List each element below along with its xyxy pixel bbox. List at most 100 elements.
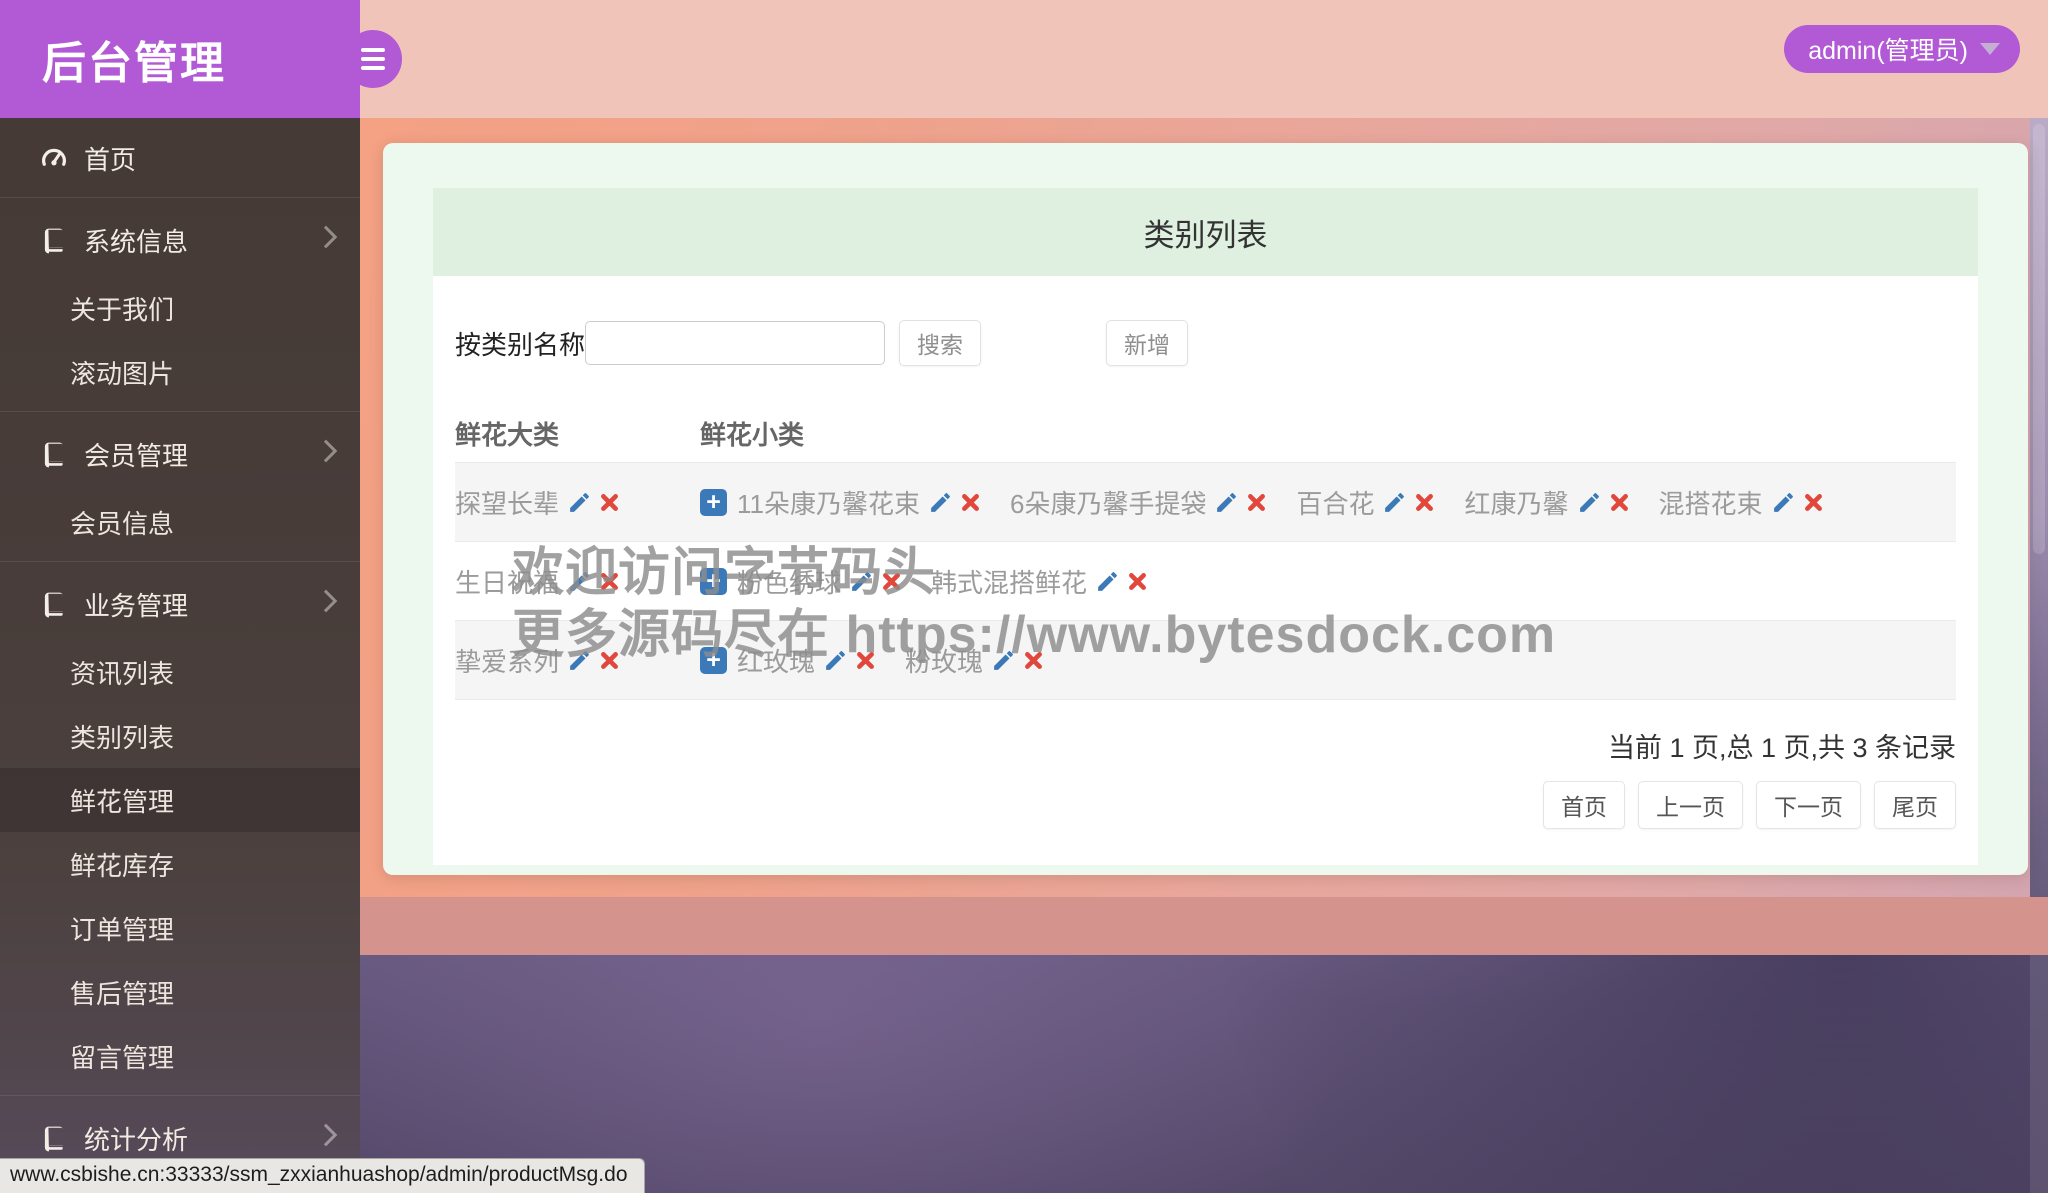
subcategory-item: 百合花 (1296, 484, 1434, 521)
edit-icon[interactable] (928, 490, 953, 515)
add-subcategory-icon[interactable]: + (700, 567, 727, 595)
sidebar-item-会员信息[interactable]: 会员信息 (0, 490, 360, 554)
edit-icon[interactable] (849, 569, 874, 594)
table-row: 生日祝福 + 粉色绣球 韩式混搭鲜花 (455, 541, 1956, 620)
sidebar-item-关于我们[interactable]: 关于我们 (0, 276, 360, 340)
edit-icon[interactable] (567, 490, 592, 515)
edit-icon[interactable] (823, 648, 848, 673)
delete-icon[interactable] (882, 572, 901, 591)
delete-icon[interactable] (961, 493, 980, 512)
subcategory-name: 6朵康乃馨手提袋 (1010, 488, 1207, 519)
subcategory-name: 粉色绣球 (737, 567, 842, 598)
scrollbar-thumb[interactable] (2033, 124, 2045, 554)
page-scrollbar[interactable] (2030, 118, 2048, 1193)
sidebar-item-类别列表[interactable]: 类别列表 (0, 704, 360, 768)
book-icon (38, 439, 70, 471)
sidebar-item-留言管理[interactable]: 留言管理 (0, 1024, 360, 1088)
add-subcategory-icon[interactable]: + (700, 646, 727, 674)
sidebar-item-首页[interactable]: 首页 (0, 126, 360, 190)
sidebar-item-label: 类别列表 (70, 722, 175, 753)
subcategory-item: 红玫瑰 (737, 642, 875, 679)
search-label: 按类别名称 (455, 329, 586, 360)
subcategory-item: 6朵康乃馨手提袋 (1010, 484, 1266, 521)
edit-icon[interactable] (991, 648, 1016, 673)
pagination: 当前 1 页,总 1 页,共 3 条记录 首页 上一页 下一页 尾页 (455, 726, 1956, 829)
add-subcategory-icon[interactable]: + (700, 488, 727, 516)
sidebar-item-label: 关于我们 (70, 294, 175, 325)
edit-icon[interactable] (567, 569, 592, 594)
sidebar-item-鲜花库存[interactable]: 鲜花库存 (0, 832, 360, 896)
sidebar-toggle-button[interactable] (344, 30, 402, 88)
sidebar-item-订单管理[interactable]: 订单管理 (0, 896, 360, 960)
table-row: 探望长辈 +11朵康乃馨花束 6朵康乃馨手提袋 百合花 红康乃馨 混搭花束 (455, 462, 1956, 541)
table-body: 探望长辈 +11朵康乃馨花束 6朵康乃馨手提袋 百合花 红康乃馨 混搭花束 生日祝福 + 粉色绣… (455, 462, 1956, 700)
delete-icon[interactable] (1610, 493, 1629, 512)
sidebar-item-label: 首页 (84, 144, 137, 175)
search-button[interactable]: 搜索 (899, 320, 982, 366)
chevron-right-icon (314, 589, 338, 613)
subcategory-name: 红康乃馨 (1464, 488, 1569, 519)
sidebar-item-资讯列表[interactable]: 资讯列表 (0, 640, 360, 704)
pagination-buttons: 首页 上一页 下一页 尾页 (455, 781, 1956, 829)
sidebar-item-label: 鲜花管理 (70, 786, 175, 817)
delete-icon[interactable] (856, 651, 875, 670)
sidebar-item-会员管理[interactable]: 会员管理 (0, 411, 360, 490)
sidebar-menu: 首页系统信息关于我们滚动图片会员管理 会员信息业务管理资讯列表类别列表鲜花管理鲜花… (0, 118, 360, 1193)
major-category-cell: 挚爱系列 (455, 642, 700, 679)
sidebar-item-鲜花管理[interactable]: 鲜花管理 (0, 768, 360, 832)
sidebar-item-label: 售后管理 (70, 978, 175, 1009)
delete-icon[interactable] (600, 651, 619, 670)
panel-body: 按类别名称 搜索 新增 鲜花大类 鲜花小类 探望长辈 +11朵康乃馨花束 6朵康乃馨… (433, 276, 1978, 865)
page-button-下一页[interactable]: 下一页 (1756, 781, 1861, 829)
edit-icon[interactable] (1771, 490, 1796, 515)
sidebar-item-系统信息[interactable]: 系统信息 (0, 197, 360, 276)
sidebar-item-售后管理[interactable]: 售后管理 (0, 960, 360, 1024)
edit-icon[interactable] (1577, 490, 1602, 515)
user-menu-button[interactable]: admin(管理员) (1784, 25, 2020, 73)
chevron-right-icon (314, 225, 338, 249)
brand-title: 后台管理 (42, 39, 226, 88)
sidebar-item-label: 鲜花库存 (70, 850, 175, 881)
page-button-首页[interactable]: 首页 (1543, 781, 1625, 829)
chevron-right-icon (314, 1123, 338, 1147)
edit-icon[interactable] (1095, 569, 1120, 594)
delete-icon[interactable] (1804, 493, 1823, 512)
hamburger-icon (361, 48, 385, 52)
category-panel: 类别列表 按类别名称 搜索 新增 鲜花大类 鲜花小类 探望长辈 +11朵康乃馨花束… (433, 188, 1978, 865)
footer-band (360, 897, 2048, 955)
sidebar-item-业务管理[interactable]: 业务管理 (0, 561, 360, 640)
major-category-name: 生日祝福 (455, 567, 560, 598)
delete-icon[interactable] (1024, 651, 1043, 670)
delete-icon[interactable] (1415, 493, 1434, 512)
page-button-上一页[interactable]: 上一页 (1638, 781, 1743, 829)
edit-icon[interactable] (1382, 490, 1407, 515)
column-header-minor: 鲜花小类 (700, 419, 805, 450)
edit-icon[interactable] (1214, 490, 1239, 515)
minor-category-cell: + 红玫瑰 粉玫瑰 (700, 642, 1956, 679)
subcategory-item: 韩式混搭鲜花 (931, 563, 1147, 600)
delete-icon[interactable] (600, 572, 619, 591)
table-row: 挚爱系列 + 红玫瑰 粉玫瑰 (455, 620, 1956, 700)
delete-icon[interactable] (1128, 572, 1147, 591)
edit-icon[interactable] (567, 648, 592, 673)
subcategory-name: 混搭花束 (1658, 488, 1763, 519)
delete-icon[interactable] (600, 493, 619, 512)
dashboard-icon (38, 142, 70, 174)
book-icon (38, 589, 70, 621)
page-button-尾页[interactable]: 尾页 (1874, 781, 1956, 829)
sidebar-item-label: 资讯列表 (70, 658, 175, 689)
search-input[interactable] (585, 321, 886, 365)
minor-category-cell: +11朵康乃馨花束 6朵康乃馨手提袋 百合花 红康乃馨 混搭花束 (700, 484, 1956, 521)
delete-icon[interactable] (1247, 493, 1266, 512)
brand: 后台管理 (0, 0, 360, 118)
major-category-name: 探望长辈 (455, 488, 560, 519)
page: 后台管理 admin(管理员) 首页 系统信息 关于我们 滚动图片 会员管理 会员信息 业务… (0, 0, 2048, 1193)
sidebar-item-label: 业务管理 (84, 591, 189, 621)
major-category-cell: 探望长辈 (455, 484, 700, 521)
column-header-major: 鲜花大类 (455, 419, 560, 450)
user-menu-label: admin(管理员) (1808, 37, 1968, 65)
main-card: 类别列表 按类别名称 搜索 新增 鲜花大类 鲜花小类 探望长辈 +11朵康乃馨花束… (383, 143, 2028, 875)
add-button[interactable]: 新增 (1106, 320, 1189, 366)
subcategory-item: 粉玫瑰 (905, 642, 1043, 679)
sidebar-item-滚动图片[interactable]: 滚动图片 (0, 340, 360, 404)
